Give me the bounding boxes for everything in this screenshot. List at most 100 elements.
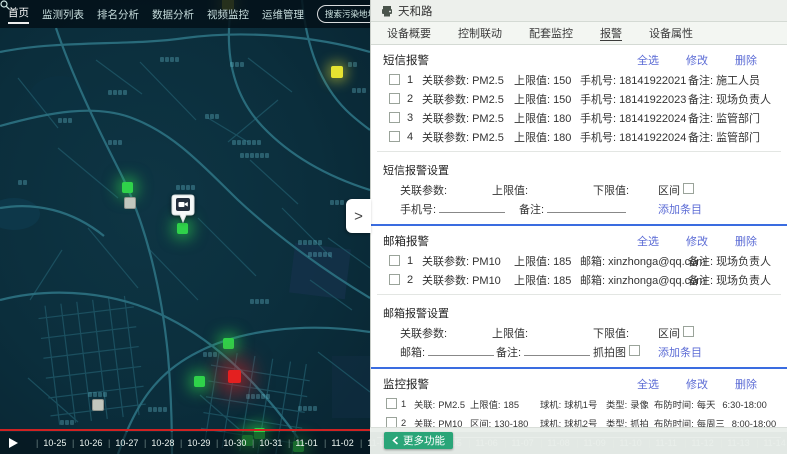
panel-collapse-button[interactable]: > <box>346 199 371 233</box>
timeline-date[interactable]: |10-26 <box>72 438 108 448</box>
timeline-date[interactable]: |10-31 <box>252 438 288 448</box>
monitor-select-all-link[interactable]: 全选 <box>637 376 659 392</box>
sms-section-header: 短信报警 全选 修改 删除 <box>371 45 787 70</box>
nav-item-1[interactable]: 首页 <box>8 5 29 24</box>
map-region[interactable]: 首页监测列表排名分析数据分析视频监控运维管理 搜索污染地址 <box>0 0 370 454</box>
panel-title: 天和路 <box>398 3 433 19</box>
tab-4[interactable]: 报警 <box>600 25 622 41</box>
play-icon[interactable] <box>9 438 18 448</box>
phone-value: 18141922021 <box>619 75 686 87</box>
email-add-entry-link[interactable]: 添加条目 <box>658 344 702 360</box>
param-value: PM2.5 <box>472 132 504 144</box>
range-checkbox[interactable] <box>683 183 694 194</box>
sms-row-checkbox[interactable] <box>389 131 400 142</box>
nav-items: 首页监测列表排名分析数据分析视频监控运维管理 <box>8 5 317 24</box>
param-label: 关联参数: <box>422 275 469 287</box>
tab-3[interactable]: 配套监控 <box>529 25 573 41</box>
email-note-input[interactable] <box>524 344 590 356</box>
device-panel: 天和路 设备概要 控制联动 配套监控 报警 设备属性 短信报警 全选 修改 删除 1关联… <box>370 0 787 454</box>
map-street-label <box>108 140 122 145</box>
phone-label: 手机号: <box>580 113 616 125</box>
phone-cell: 手机号:18141922023 <box>580 91 688 107</box>
device-marker-normal[interactable] <box>194 376 205 387</box>
email-row-checkbox[interactable] <box>389 274 400 285</box>
camera-cell: 球机:球机1号 <box>540 397 606 411</box>
snapshot-checkbox[interactable] <box>629 345 640 356</box>
email-delete-link[interactable]: 删除 <box>735 233 757 249</box>
map-street-label <box>108 90 127 95</box>
sms-alarm-row: 1关联参数:PM2.5上限值:150手机号:18141922021备注:施工人员 <box>371 70 787 89</box>
map-street-label <box>352 88 366 93</box>
timeline-date-label: 11-01 <box>295 438 317 448</box>
monitor-modify-link[interactable]: 修改 <box>686 376 708 392</box>
timeline-date[interactable]: |10-29 <box>180 438 216 448</box>
email-select-all-link[interactable]: 全选 <box>637 233 659 249</box>
sms-row-checkbox[interactable] <box>389 93 400 104</box>
timeline-date[interactable]: |11-02 <box>324 438 360 448</box>
nav-item-3[interactable]: 排名分析 <box>97 7 139 22</box>
panel-body: 天和路 设备概要 控制联动 配套监控 报警 设备属性 短信报警 全选 修改 删除 1关联… <box>370 0 787 428</box>
sms-add-entry-link[interactable]: 添加条目 <box>658 201 702 217</box>
device-marker-normal[interactable] <box>223 338 234 349</box>
timeline-separator: | <box>216 438 218 448</box>
email-cell: 邮箱:xinzhonga@qq.com <box>580 272 688 288</box>
param-value: PM10 <box>472 256 501 268</box>
snapshot-label: 抓拍图 <box>593 347 626 359</box>
limit-label: 上限值: <box>470 400 500 410</box>
sms-row-checkbox[interactable] <box>389 74 400 85</box>
email-modify-link[interactable]: 修改 <box>686 233 708 249</box>
map-street-label <box>58 118 72 123</box>
email-address-input[interactable] <box>428 344 494 356</box>
limit-value: 185 <box>553 256 571 268</box>
phone-label: 手机号: <box>400 204 436 216</box>
time-label: 布防时间: <box>654 400 694 410</box>
tab-1[interactable]: 设备概要 <box>387 25 431 41</box>
more-functions-button[interactable]: 更多功能 <box>384 432 453 449</box>
email-row-checkbox[interactable] <box>389 255 400 266</box>
assoc-label: 关联: <box>414 400 435 410</box>
tab-2[interactable]: 控制联动 <box>458 25 502 41</box>
limit-value: 180 <box>553 113 571 125</box>
timeline-date[interactable]: |10-28 <box>144 438 180 448</box>
email-settings-title: 邮箱报警设置 <box>371 299 787 323</box>
monitor-row-checkbox[interactable] <box>386 398 397 409</box>
note-label: 备注: <box>688 75 713 87</box>
nav-item-5[interactable]: 视频监控 <box>207 7 249 22</box>
note-value: 监管部门 <box>716 132 760 144</box>
timeline-date-label: 10-27 <box>115 438 138 448</box>
device-marker-normal[interactable] <box>177 223 188 234</box>
timeline-separator: | <box>180 438 182 448</box>
range-checkbox[interactable] <box>683 326 694 337</box>
map-street-label <box>330 200 344 205</box>
timeline-date[interactable]: |11-01 <box>288 438 324 448</box>
nav-item-6[interactable]: 运维管理 <box>262 7 304 22</box>
device-marker-offline[interactable] <box>92 399 104 411</box>
lower-label: 下限值: <box>593 185 629 197</box>
nav-item-2[interactable]: 监测列表 <box>42 7 84 22</box>
param-label: 关联参数: <box>422 113 469 125</box>
device-marker-offline[interactable] <box>124 197 136 209</box>
limit-label: 上限值: <box>514 113 550 125</box>
sms-select-all-link[interactable]: 全选 <box>637 52 659 68</box>
sms-modify-link[interactable]: 修改 <box>686 52 708 68</box>
sms-alarm-row: 3关联参数:PM2.5上限值:180手机号:18141922024备注:监管部门 <box>371 108 787 127</box>
monitor-delete-link[interactable]: 删除 <box>735 376 757 392</box>
timeline-date[interactable]: |10-27 <box>108 438 144 448</box>
device-marker-normal[interactable] <box>122 182 133 193</box>
timeline-date[interactable]: |10-30 <box>216 438 252 448</box>
sms-delete-link[interactable]: 删除 <box>735 52 757 68</box>
timeline-separator: | <box>36 438 38 448</box>
search-box[interactable]: 搜索污染地址 <box>317 5 370 23</box>
nav-item-4[interactable]: 数据分析 <box>152 7 194 22</box>
param-label: 关联参数: <box>422 75 469 87</box>
sms-row-checkbox[interactable] <box>389 112 400 123</box>
device-marker-warning[interactable] <box>331 66 343 78</box>
sms-note-input[interactable] <box>547 201 626 213</box>
sms-phone-input[interactable] <box>439 201 505 213</box>
row-index: 2 <box>401 418 414 428</box>
tab-5[interactable]: 设备属性 <box>649 25 693 41</box>
more-functions-label: 更多功能 <box>403 433 445 448</box>
device-marker-alarm[interactable] <box>228 370 241 383</box>
panel-bottom-strip: 更多功能 <box>370 427 787 454</box>
timeline-date[interactable]: |10-25 <box>36 438 72 448</box>
